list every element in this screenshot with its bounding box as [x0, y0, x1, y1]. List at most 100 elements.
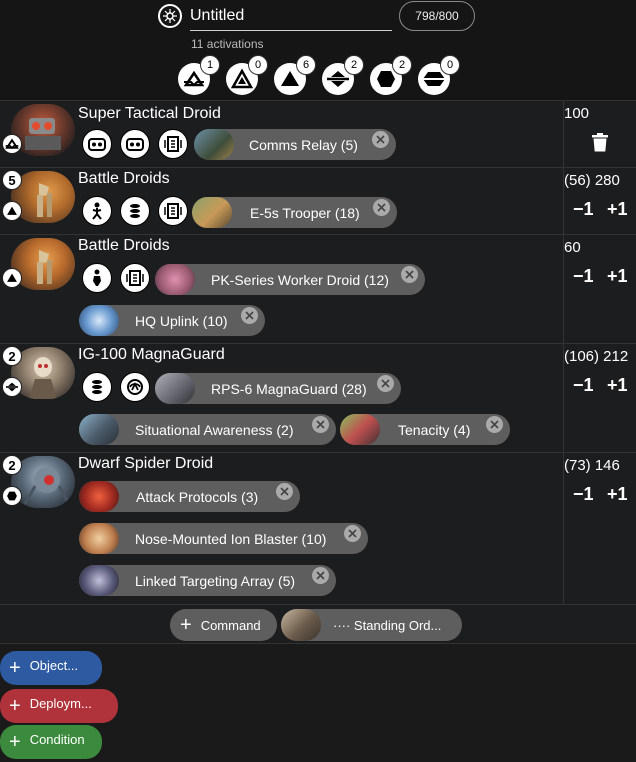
- remove-upgrade-icon[interactable]: [486, 416, 503, 433]
- unit-count-badge: 5: [2, 170, 22, 190]
- remove-upgrade-icon[interactable]: [377, 375, 394, 392]
- upgrade-label: Nose-Mounted Ion Blaster (10): [135, 530, 327, 547]
- upgrade-chip[interactable]: E-5s Trooper (18): [192, 197, 397, 228]
- upgrade-chip[interactable]: Comms Relay (5): [194, 129, 396, 160]
- rank-support-icon[interactable]: 2: [370, 55, 412, 95]
- upgrade-thumbnail: [79, 523, 119, 554]
- unit-name[interactable]: Dwarf Spider Droid: [78, 455, 213, 473]
- add-command-button[interactable]: + Command: [170, 609, 277, 641]
- increment-unit-button[interactable]: +1: [607, 199, 628, 220]
- grenades-slot-icon[interactable]: [120, 196, 150, 226]
- rank-operative-icon[interactable]: 0: [226, 55, 268, 95]
- remove-upgrade-icon[interactable]: [372, 131, 389, 148]
- unit-count-badge: 2: [2, 455, 22, 475]
- standing-orders-chip[interactable]: ···· Standing Ord...: [281, 609, 462, 641]
- delete-unit-icon[interactable]: [592, 133, 608, 157]
- objective-label: Object...: [29, 657, 79, 673]
- unit-row[interactable]: 2 Dwarf Spider Droid (73) 146 Attack Pro…: [0, 452, 636, 604]
- armament-slot-icon[interactable]: [120, 372, 150, 402]
- remove-upgrade-icon[interactable]: [373, 199, 390, 216]
- unit-name[interactable]: Super Tactical Droid: [78, 105, 221, 123]
- command-slot-icon[interactable]: [82, 129, 112, 159]
- rank-corps-icon[interactable]: 6: [274, 55, 316, 95]
- corps-rank-icon: [2, 268, 22, 288]
- increment-unit-button[interactable]: +1: [607, 375, 628, 396]
- upgrade-label: Comms Relay (5): [249, 136, 358, 153]
- remove-upgrade-icon[interactable]: [312, 567, 329, 584]
- decrement-unit-button[interactable]: −1: [573, 266, 594, 287]
- rank-count-badge: 2: [344, 55, 364, 75]
- comms-slot-icon[interactable]: [158, 129, 188, 159]
- deployment-label: Deploym...: [29, 695, 92, 711]
- upgrade-chip[interactable]: Tenacity (4): [340, 414, 510, 445]
- upgrade-chip[interactable]: Linked Targeting Array (5): [79, 565, 336, 596]
- remove-upgrade-icon[interactable]: [312, 416, 329, 433]
- decrement-unit-button[interactable]: −1: [573, 484, 594, 505]
- remove-upgrade-icon[interactable]: [401, 266, 418, 283]
- add-deployment-button[interactable]: + Deploym...: [0, 689, 118, 723]
- comms-slot-icon[interactable]: [120, 263, 150, 293]
- rank-count-badge: 0: [248, 55, 268, 75]
- upgrade-label: Tenacity (4): [398, 421, 471, 438]
- increment-unit-button[interactable]: +1: [607, 266, 628, 287]
- rank-special-forces-icon[interactable]: 2: [322, 55, 364, 95]
- upgrade-chip[interactable]: Attack Protocols (3): [79, 481, 300, 512]
- plus-icon: +: [180, 613, 192, 636]
- remove-upgrade-icon[interactable]: [276, 483, 293, 500]
- decrement-unit-button[interactable]: −1: [573, 199, 594, 220]
- remove-upgrade-icon[interactable]: [344, 525, 361, 542]
- points-counter[interactable]: 798/800: [399, 1, 475, 31]
- upgrade-label: RPS-6 MagnaGuard (28): [211, 380, 367, 397]
- add-condition-button[interactable]: + Condition: [0, 725, 102, 759]
- personnel-slot-icon[interactable]: [82, 196, 112, 226]
- unit-points: (56) 280: [564, 172, 620, 189]
- rank-count-badge: 1: [200, 55, 220, 75]
- upgrade-chip[interactable]: HQ Uplink (10): [79, 305, 265, 336]
- increment-unit-button[interactable]: +1: [607, 484, 628, 505]
- rank-heavy-icon[interactable]: 0: [418, 55, 460, 95]
- support-rank-icon: [2, 486, 22, 506]
- upgrade-chip[interactable]: Situational Awareness (2): [79, 414, 336, 445]
- grenades-slot-icon[interactable]: [82, 372, 112, 402]
- add-command-label: Command: [200, 617, 261, 633]
- command-slot-icon[interactable]: [120, 129, 150, 159]
- separatist-faction-icon[interactable]: [158, 4, 182, 28]
- rank-commander-icon[interactable]: 1: [178, 55, 220, 95]
- comms-slot-icon[interactable]: [158, 196, 188, 226]
- upgrade-thumbnail: [79, 481, 119, 512]
- list-header: Untitled 798/800 11 activations 1 0 6 2 …: [0, 0, 636, 100]
- unit-name[interactable]: Battle Droids: [78, 170, 170, 188]
- upgrade-thumbnail: [79, 414, 119, 445]
- corps-rank-icon: [2, 201, 22, 221]
- unit-points: (73) 146: [564, 457, 620, 474]
- upgrade-label: E-5s Trooper (18): [250, 204, 360, 221]
- unit-row[interactable]: 5 Battle Droids (56) 280 E-5s Trooper (1…: [0, 167, 636, 234]
- plus-icon: +: [9, 694, 21, 717]
- upgrade-thumbnail: [79, 305, 119, 336]
- decrement-unit-button[interactable]: −1: [573, 375, 594, 396]
- unit-name[interactable]: IG-100 MagnaGuard: [78, 346, 225, 364]
- unit-row[interactable]: Battle Droids 60 PK-Series Worker Droid …: [0, 234, 636, 343]
- upgrade-label: HQ Uplink (10): [135, 312, 228, 329]
- unit-row[interactable]: Super Tactical Droid 100 Comms Relay (5): [0, 100, 636, 167]
- unit-points: 100: [564, 105, 590, 122]
- upgrade-label: Linked Targeting Array (5): [135, 572, 296, 589]
- unit-name[interactable]: Battle Droids: [78, 237, 170, 255]
- unit-row[interactable]: 2 IG-100 MagnaGuard (106) 212 RPS-6 Magn…: [0, 343, 636, 452]
- plus-icon: +: [9, 730, 21, 753]
- list-title-input[interactable]: Untitled: [190, 3, 392, 31]
- add-objective-button[interactable]: + Object...: [0, 651, 102, 685]
- upgrade-chip[interactable]: Nose-Mounted Ion Blaster (10): [79, 523, 368, 554]
- upgrade-thumbnail: [79, 565, 119, 596]
- plus-icon: +: [9, 656, 21, 679]
- upgrade-thumbnail: [155, 264, 195, 295]
- unit-points: (106) 212: [564, 348, 629, 365]
- upgrade-chip[interactable]: RPS-6 MagnaGuard (28): [155, 373, 401, 404]
- rank-count-badge: 6: [296, 55, 316, 75]
- training-slot-icon[interactable]: [82, 263, 112, 293]
- standing-orders-label: ···· Standing Ord...: [333, 617, 442, 633]
- remove-upgrade-icon[interactable]: [241, 307, 258, 324]
- upgrade-thumbnail: [194, 129, 234, 160]
- upgrade-chip[interactable]: PK-Series Worker Droid (12): [155, 264, 425, 295]
- upgrade-thumbnail: [155, 373, 195, 404]
